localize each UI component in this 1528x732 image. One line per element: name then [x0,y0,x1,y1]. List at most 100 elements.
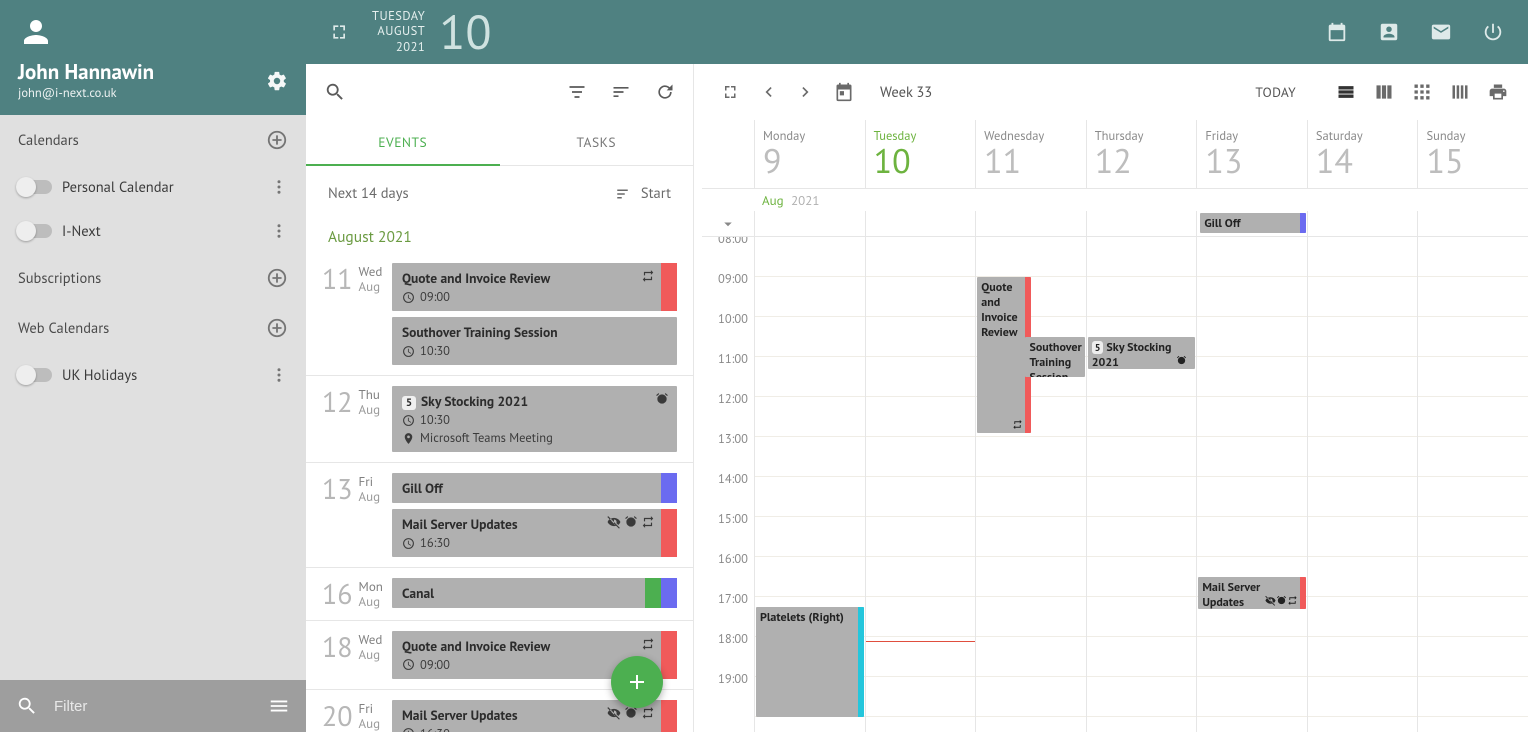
hour-label: 11:00 [702,351,754,391]
add-calendar-icon[interactable] [266,129,288,151]
day-column[interactable]: Quote and Invoice ReviewSouthover Traini… [975,237,1086,732]
hour-label: 09:00 [702,271,754,311]
agenda-event[interactable]: 5Sky Stocking 2021 10:30 Microsoft Teams… [392,386,677,452]
day-number: 12 [322,388,353,416]
view-week-icon[interactable] [1374,82,1394,102]
day-header[interactable]: Tuesday10 [865,120,976,188]
view-agenda-icon[interactable] [1336,82,1356,102]
allday-cell[interactable] [1307,211,1418,236]
allday-cell[interactable] [1417,211,1528,236]
day-number: 20 [322,702,353,730]
search-icon[interactable] [16,695,38,717]
topbar-year: 2021 [372,40,425,56]
day-header[interactable]: Saturday14 [1307,120,1418,188]
day-header[interactable]: Friday13 [1196,120,1307,188]
agenda-event[interactable]: Canal [392,578,677,608]
calendar-year: 2021 [791,192,819,209]
topbar-daynum: 10 [439,8,491,56]
avatar [18,14,54,50]
calendar-event[interactable]: Quote and Invoice Review [977,277,1031,433]
event-time: 16:30 [402,726,655,732]
range-label: Next 14 days [328,184,409,203]
add-event-fab[interactable] [611,656,663,708]
user-email: john@i-next.co.uk [18,85,154,101]
day-column[interactable]: Mail Server Updates [1196,237,1307,732]
calendar-event[interactable]: 5Sky Stocking 2021 [1088,337,1196,369]
settings-icon[interactable] [266,70,288,92]
more-icon[interactable] [270,366,288,384]
tab-tasks[interactable]: TASKS [500,120,694,165]
section-webcalendars[interactable]: Web Calendars [10,303,296,353]
view-month-icon[interactable] [1412,82,1432,102]
allday-cell[interactable] [754,211,865,236]
allday-cell[interactable]: Gill Off [1196,211,1307,236]
power-icon[interactable] [1482,21,1504,43]
more-icon[interactable] [270,178,288,196]
contacts-app-icon[interactable] [1378,21,1400,43]
agenda-event[interactable]: Gill Off [392,473,677,503]
day-column[interactable]: 5Sky Stocking 2021 [1086,237,1197,732]
filter-input[interactable] [52,697,268,716]
event-indicators [607,515,655,529]
day-column[interactable] [1307,237,1418,732]
agenda-panel: EVENTS TASKS Next 14 days Start August 2… [306,64,694,732]
next-week-icon[interactable] [796,82,816,102]
allday-cell[interactable] [865,211,976,236]
event-indicators [1176,352,1187,367]
day-column[interactable]: Platelets (Right) [754,237,865,732]
event-title: Gill Off [402,479,655,497]
toggle-switch[interactable] [16,365,52,385]
agenda-event[interactable]: Quote and Invoice Review 09:00 [392,263,677,311]
allday-cell[interactable] [975,211,1086,236]
allday-cell[interactable] [1086,211,1197,236]
section-calendars[interactable]: Calendars [10,115,296,165]
calendar-item-personal: Personal Calendar [10,165,296,209]
view-multi-icon[interactable] [1450,82,1470,102]
agenda-event[interactable]: Southover Training Session 10:30 [392,317,677,365]
add-subscription-icon[interactable] [266,267,288,289]
calendar-event[interactable]: Mail Server Updates [1198,577,1306,609]
sort-icon[interactable] [611,82,631,102]
more-icon[interactable] [270,222,288,240]
prev-week-icon[interactable] [758,82,778,102]
calendar-event[interactable]: Platelets (Right) [756,607,864,717]
sort-button[interactable]: Start [615,184,671,203]
toggle-switch[interactable] [16,177,52,197]
day-header[interactable]: Monday9 [754,120,865,188]
tab-events[interactable]: EVENTS [306,120,500,166]
menu-icon[interactable] [268,695,290,717]
sidebar: John Hannawin john@i-next.co.uk Calendar… [0,0,306,732]
print-icon[interactable] [1488,82,1508,102]
today-icon[interactable] [834,82,854,102]
day-column[interactable] [865,237,976,732]
event-title: Quote and Invoice Review [402,637,655,655]
today-button[interactable]: TODAY [1255,83,1296,101]
fullscreen-icon[interactable] [722,83,740,101]
calendar-event[interactable]: Southover Training Session [1025,337,1084,377]
day-number: 11 [322,265,353,293]
section-subscriptions[interactable]: Subscriptions [10,253,296,303]
date-block: TUESDAY AUGUST 2021 10 [372,8,492,56]
expand-allday-icon[interactable] [702,211,754,236]
day-header[interactable]: Thursday12 [1086,120,1197,188]
topbar: TUESDAY AUGUST 2021 10 [306,0,1528,64]
add-webcalendar-icon[interactable] [266,317,288,339]
refresh-icon[interactable] [655,82,675,102]
event-indicators [607,706,655,720]
hour-label: 19:00 [702,671,754,711]
hour-label: 17:00 [702,591,754,631]
agenda-day: 11WedAugQuote and Invoice Review 09:00So… [306,253,693,375]
filter-icon[interactable] [567,82,587,102]
day-header[interactable]: Sunday15 [1417,120,1528,188]
calendar-app-icon[interactable] [1326,21,1348,43]
toggle-switch[interactable] [16,221,52,241]
calendar-panel: Week 33 TODAY Monday9Tuesday10Wednesday1… [702,64,1528,732]
agenda-event[interactable]: Mail Server Updates 16:30 [392,509,677,557]
mail-app-icon[interactable] [1430,21,1452,43]
search-icon[interactable] [324,81,346,103]
allday-event[interactable]: Gill Off [1200,213,1306,233]
hour-label: 12:00 [702,391,754,431]
day-header[interactable]: Wednesday11 [975,120,1086,188]
fullscreen-icon[interactable] [330,22,350,42]
day-column[interactable] [1417,237,1528,732]
